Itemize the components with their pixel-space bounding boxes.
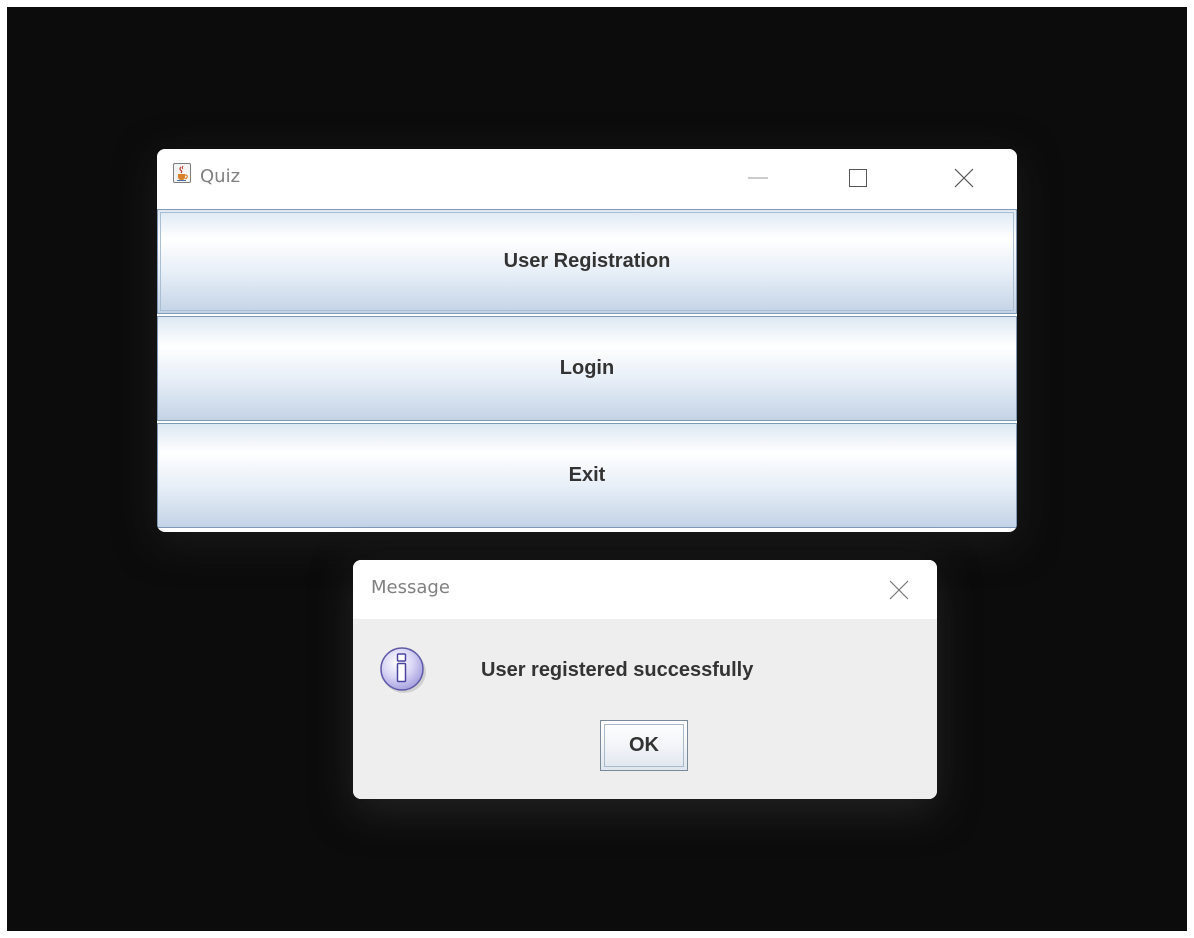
dialog-title: Message bbox=[371, 577, 450, 598]
ok-button[interactable]: OK bbox=[600, 720, 688, 771]
information-icon bbox=[380, 647, 426, 693]
dialog-body: User registered successfully OK bbox=[353, 619, 937, 799]
exit-label: Exit bbox=[568, 464, 606, 486]
user-registration-button[interactable]: User Registration bbox=[157, 209, 1017, 314]
minimize-icon bbox=[748, 177, 768, 179]
close-icon bbox=[889, 580, 909, 600]
user-registration-label: User Registration bbox=[503, 250, 671, 272]
exit-button[interactable]: Exit bbox=[157, 423, 1017, 528]
login-button[interactable]: Login bbox=[157, 316, 1017, 421]
close-button[interactable] bbox=[941, 161, 987, 195]
quiz-window: Quiz User Registration Login Exit bbox=[157, 149, 1017, 532]
window-titlebar[interactable]: Quiz bbox=[157, 149, 1017, 209]
message-dialog: Message User registered successfully OK bbox=[353, 560, 937, 799]
dialog-message: User registered successfully bbox=[481, 659, 754, 681]
maximize-icon bbox=[849, 169, 867, 187]
maximize-button[interactable] bbox=[835, 161, 881, 195]
menu-button-stack: User Registration Login Exit bbox=[157, 209, 1017, 528]
close-icon bbox=[954, 168, 974, 188]
window-title: Quiz bbox=[200, 166, 241, 187]
minimize-button[interactable] bbox=[735, 161, 781, 195]
dialog-close-button[interactable] bbox=[871, 572, 927, 608]
java-cup-icon bbox=[173, 163, 191, 183]
login-label: Login bbox=[559, 357, 615, 379]
ok-label: OK bbox=[629, 734, 659, 756]
dialog-titlebar[interactable]: Message bbox=[353, 560, 937, 619]
desktop-background: Quiz User Registration Login Exit Messag… bbox=[7, 7, 1187, 931]
